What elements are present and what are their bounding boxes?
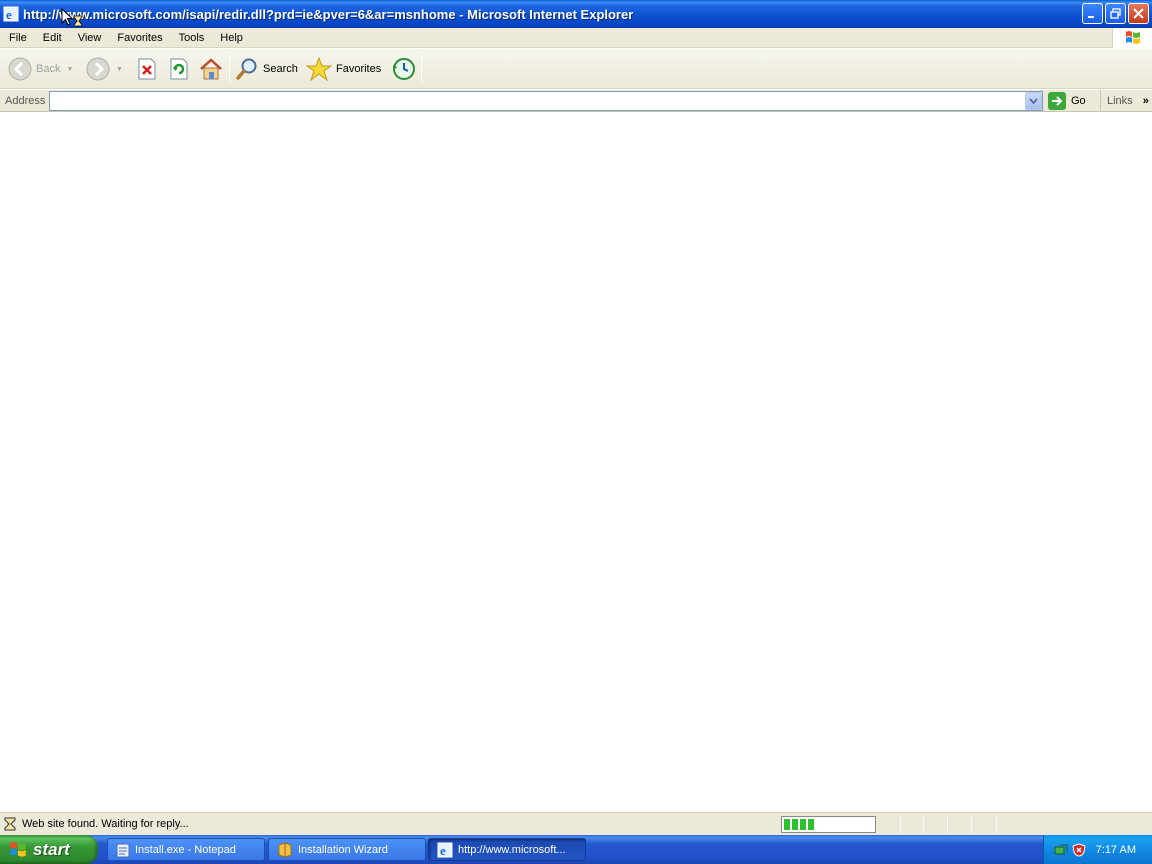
back-button[interactable]: Back ▼ [8, 49, 73, 89]
task-ie-label: http://www.microsoft... [458, 843, 566, 856]
home-icon [200, 58, 222, 80]
window-title: http://www.microsoft.com/isapi/redir.dll… [23, 6, 634, 22]
refresh-icon [170, 58, 188, 80]
links-toolbar[interactable]: Links » [1100, 90, 1149, 112]
network-icon[interactable] [1054, 843, 1068, 857]
status-divider [971, 816, 972, 833]
history-icon [393, 58, 415, 80]
task-notepad-label: Install.exe - Notepad [135, 843, 236, 856]
stop-icon [138, 58, 156, 80]
progress-segment [784, 819, 790, 830]
go-button[interactable]: Go [1048, 90, 1086, 112]
restore-icon [1110, 8, 1121, 19]
go-arrow-icon [1048, 92, 1066, 110]
clock[interactable]: 7:17 AM [1096, 844, 1136, 856]
svg-text:e: e [6, 7, 12, 22]
address-input[interactable] [49, 91, 1043, 111]
close-button[interactable] [1128, 3, 1149, 24]
installer-icon [278, 841, 292, 858]
toolbar-separator [229, 55, 230, 83]
notepad-icon [116, 843, 130, 857]
close-icon [1133, 8, 1144, 19]
ie-icon: e [437, 842, 453, 858]
forward-button[interactable]: ▼ [86, 49, 123, 89]
progress-fill [784, 819, 814, 830]
windows-flag-icon [10, 841, 26, 857]
back-dropdown-icon[interactable]: ▼ [66, 66, 73, 73]
status-text: Web site found. Waiting for reply... [22, 818, 189, 830]
hourglass-icon [4, 817, 16, 831]
task-internet-explorer[interactable]: e http://www.microsoft... [428, 838, 586, 861]
status-bar: Web site found. Waiting for reply... [0, 812, 1152, 835]
stop-button[interactable] [136, 49, 158, 89]
favorites-star-icon [306, 57, 332, 81]
task-wizard-label: Installation Wizard [298, 843, 388, 856]
chevron-down-icon [1029, 98, 1038, 104]
loading-progress-bar [781, 816, 876, 833]
start-button[interactable]: start [0, 835, 98, 864]
refresh-button[interactable] [168, 49, 190, 89]
progress-segment [800, 819, 806, 830]
go-label: Go [1071, 95, 1086, 107]
favorites-button[interactable]: Favorites [306, 49, 381, 89]
search-label: Search [263, 63, 298, 75]
search-icon [236, 58, 257, 80]
busy-cursor-icon [61, 8, 83, 27]
page-content[interactable] [0, 113, 1152, 811]
back-label: Back [36, 63, 61, 75]
system-tray: 7:17 AM [1043, 835, 1152, 864]
minimize-icon [1088, 16, 1094, 18]
standard-toolbar: Back ▼ ▼ Search Favorites [0, 49, 1152, 89]
security-shield-icon[interactable] [1072, 842, 1086, 857]
menu-favorites[interactable]: Favorites [109, 28, 170, 48]
chevron-right-icon[interactable]: » [1143, 95, 1149, 107]
taskbar: start Install.exe - Notepad Installation… [0, 835, 1152, 864]
menu-help[interactable]: Help [212, 28, 251, 48]
back-arrow-icon [8, 57, 32, 81]
status-divider [900, 816, 901, 833]
address-bar: Address Go Links » [0, 90, 1152, 112]
address-dropdown-button[interactable] [1025, 92, 1042, 110]
minimize-button[interactable] [1082, 3, 1103, 24]
menu-tools[interactable]: Tools [171, 28, 213, 48]
status-divider [947, 816, 948, 833]
restore-button[interactable] [1105, 3, 1126, 24]
forward-arrow-icon [86, 57, 110, 81]
title-bar[interactable]: e http://www.microsoft.com/isapi/redir.d… [0, 0, 1152, 28]
home-button[interactable] [198, 49, 224, 89]
svg-text:e: e [440, 843, 446, 858]
toolbar-separator [421, 55, 422, 83]
search-button[interactable]: Search [235, 49, 298, 89]
status-divider [996, 816, 997, 833]
windows-logo-icon [1112, 28, 1152, 48]
task-installation-wizard[interactable]: Installation Wizard [268, 838, 426, 861]
progress-segment [808, 819, 814, 830]
favorites-label: Favorites [336, 63, 382, 75]
status-divider [923, 816, 924, 833]
menu-bar: File Edit View Favorites Tools Help [0, 28, 1152, 48]
task-notepad[interactable]: Install.exe - Notepad [107, 838, 265, 861]
progress-segment [792, 819, 798, 830]
menu-edit[interactable]: Edit [35, 28, 70, 48]
ie-icon: e [3, 6, 19, 22]
menu-view[interactable]: View [70, 28, 110, 48]
menu-file[interactable]: File [0, 28, 35, 48]
history-button[interactable] [391, 49, 417, 89]
forward-dropdown-icon[interactable]: ▼ [116, 66, 123, 73]
address-label: Address [5, 95, 46, 107]
links-label: Links [1107, 95, 1133, 107]
start-label: start [33, 839, 70, 859]
